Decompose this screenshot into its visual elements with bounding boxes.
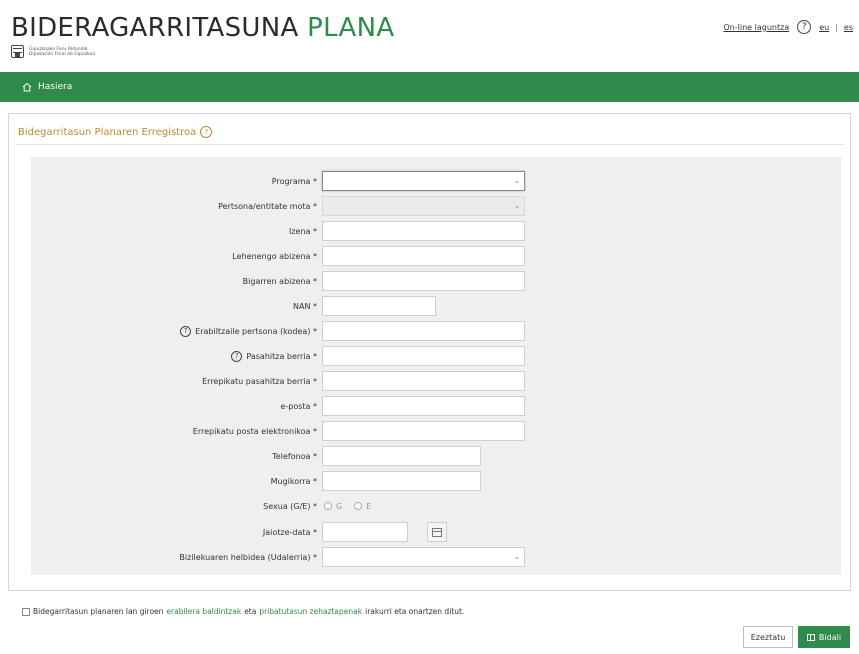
chevron-down-icon: ⌄ (514, 202, 520, 210)
row-pasahitza: ? Pasahitza berria * (31, 346, 841, 366)
app-title-part1: BIDERAGARRITASUNA (11, 13, 299, 43)
logo-line2: Diputación Foral de Gipuzkoa (29, 51, 95, 57)
calendar-icon (432, 527, 442, 537)
terms-link[interactable]: erabilera baldintzak (166, 607, 241, 616)
helbidea-select[interactable]: ⌄ (322, 547, 525, 567)
erabiltzaile-input[interactable] (322, 321, 525, 341)
label-pasahitza-text: Pasahitza berria * (246, 351, 317, 361)
question-icon[interactable]: ? (200, 126, 213, 138)
row-sexua: Sexua (G/E) * G E (31, 496, 841, 516)
consent-text-pre: Bidegarritasun planaren lan giroen (33, 607, 164, 616)
top-links: On-line laguntza ? eu | es (723, 20, 859, 34)
label-mugikorra: Mugikorra * (270, 476, 317, 486)
row-helbidea: Bizilekuaren helbidea (Udalerria) * ⌄ (31, 547, 841, 567)
label-pasahitza-errep: Errepikatu pasahitza berria * (202, 376, 317, 386)
izena-input[interactable] (322, 221, 525, 241)
consent-checkbox[interactable] (22, 607, 30, 616)
row-izena: Izena * (31, 221, 841, 241)
eposta-input[interactable] (322, 396, 525, 416)
panel-title: Bidegarritasun Planaren Erregistroa ? (18, 126, 213, 138)
label-eposta: e-posta * (280, 401, 317, 411)
abizena1-input[interactable] (322, 246, 525, 266)
privacy-link[interactable]: pribatutasun zehaztapenak (259, 607, 362, 616)
online-help-link[interactable]: On-line laguntza (723, 23, 789, 32)
home-icon (22, 82, 32, 92)
programa-select[interactable]: ⌄ (322, 171, 525, 191)
chevron-down-icon: ⌄ (514, 553, 520, 561)
cancel-button[interactable]: Ezeztatu (743, 626, 793, 648)
consent-row: Bidegarritasun planaren lan giroen erabi… (22, 607, 464, 616)
question-icon[interactable]: ? (180, 325, 192, 337)
calendar-button[interactable] (427, 522, 447, 542)
entitate-mota-select[interactable]: ⌄ (322, 196, 525, 216)
pasahitza-input[interactable] (322, 346, 525, 366)
row-eposta: e-posta * (31, 396, 841, 416)
row-eposta-errep: Errepikatu posta elektronikoa * (31, 421, 841, 441)
row-mugikorra: Mugikorra * (31, 471, 841, 491)
pasahitza-errep-input[interactable] (322, 371, 525, 391)
label-abizena2: Bigarren abizena * (242, 276, 317, 286)
divider (17, 144, 844, 145)
label-programa: Programa * (271, 176, 317, 186)
label-izena: Izena * (289, 226, 317, 236)
eposta-errep-input[interactable] (322, 421, 525, 441)
nav-home-link[interactable]: Hasiera (38, 82, 72, 92)
mugikorra-input[interactable] (322, 471, 481, 491)
send-button[interactable]: Bidali (798, 626, 850, 648)
label-eposta-errep: Errepikatu posta elektronikoa * (192, 426, 317, 436)
jaiotze-data-input[interactable] (322, 522, 408, 542)
consent-text-mid: eta (244, 607, 257, 616)
registration-form: Programa * ⌄ Pertsona/entitate mota * ⌄ … (31, 157, 841, 575)
sexua-radio-group: G E (324, 502, 383, 511)
lang-eu-link[interactable]: eu (819, 23, 829, 32)
row-jaiotze-data: Jaiotze-data * (31, 522, 841, 542)
seal-icon (11, 45, 24, 58)
send-icon (806, 633, 815, 641)
row-telefonoa: Telefonoa * (31, 446, 841, 466)
nav-bar: Hasiera (0, 72, 859, 102)
send-button-label: Bidali (818, 632, 842, 642)
row-entitate-mota: Pertsona/entitate mota * ⌄ (31, 196, 841, 216)
panel-title-text: Bidegarritasun Planaren Erregistroa (18, 126, 197, 138)
radio-g-circle[interactable] (324, 502, 332, 510)
nan-input[interactable] (322, 296, 436, 316)
consent-text-post: irakurri eta onartzen ditut. (365, 607, 465, 616)
radio-e[interactable]: E (354, 502, 371, 511)
app-title: BIDERAGARRITASUNA PLANA (11, 13, 394, 43)
label-nan: NAN * (293, 301, 317, 311)
label-erabiltzaile-text: Erabiltzaile pertsona (kodea) * (195, 326, 317, 336)
label-telefonoa: Telefonoa * (272, 451, 317, 461)
row-programa: Programa * ⌄ (31, 171, 841, 191)
question-icon[interactable]: ? (231, 350, 243, 362)
abizena2-input[interactable] (322, 271, 525, 291)
row-abizena2: Bigarren abizena * (31, 271, 841, 291)
row-erabiltzaile: ? Erabiltzaile pertsona (kodea) * (31, 321, 841, 341)
label-entitate-mota: Pertsona/entitate mota * (218, 201, 317, 211)
telefonoa-input[interactable] (322, 446, 481, 466)
label-helbidea: Bizilekuaren helbidea (Udalerria) * (179, 552, 317, 562)
registration-panel: Bidegarritasun Planaren Erregistroa ? Pr… (8, 113, 851, 591)
row-abizena1: Lehenengo abizena * (31, 246, 841, 266)
app-title-part2: PLANA (307, 13, 395, 43)
row-nan: NAN * (31, 296, 841, 316)
radio-g-label: G (336, 501, 343, 511)
radio-e-circle[interactable] (354, 502, 363, 510)
logo-line1: Gipuzkoako Foru Aldundia (29, 46, 88, 52)
label-sexua: Sexua (G/E) * (263, 501, 317, 511)
lang-separator: | (835, 22, 838, 32)
page-header: BIDERAGARRITASUNA PLANA Gipuzkoako Foru … (0, 0, 859, 72)
radio-g[interactable]: G (324, 502, 342, 511)
label-erabiltzaile: ? Erabiltzaile pertsona (kodea) * (180, 325, 317, 337)
row-pasahitza-errep: Errepikatu pasahitza berria * (31, 371, 841, 391)
chevron-down-icon: ⌄ (514, 177, 520, 185)
radio-e-label: E (366, 501, 372, 511)
label-jaiotze-data: Jaiotze-data * (262, 527, 317, 537)
lang-es-link[interactable]: es (844, 23, 853, 32)
label-pasahitza: ? Pasahitza berria * (231, 350, 317, 362)
institution-logo: Gipuzkoako Foru Aldundia Diputación Fora… (11, 45, 95, 58)
help-icon[interactable]: ? (797, 20, 812, 34)
label-abizena1: Lehenengo abizena * (232, 251, 317, 261)
